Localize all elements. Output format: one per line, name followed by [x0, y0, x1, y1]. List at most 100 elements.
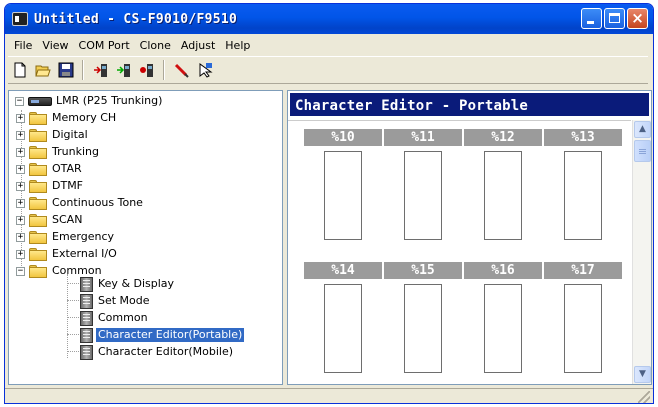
menu-view[interactable]: View: [37, 39, 73, 52]
minimize-button[interactable]: [581, 8, 602, 29]
tree-leaf-label: Key & Display: [98, 277, 175, 290]
tree-folder[interactable]: + Digital: [9, 127, 282, 144]
tool-button[interactable]: [171, 59, 193, 81]
character-slot-label: %11: [384, 129, 463, 146]
open-folder-icon: [35, 65, 51, 77]
character-slot-label: %15: [384, 262, 463, 279]
character-row: %10 %11 %12 %13: [304, 129, 624, 249]
tree-folder[interactable]: + External I/O: [9, 246, 282, 263]
menu-clone[interactable]: Clone: [135, 39, 176, 52]
window-title: Untitled - CS-F9010/F9510: [34, 11, 238, 27]
tree-folder[interactable]: + Continuous Tone: [9, 195, 282, 212]
collapse-icon[interactable]: −: [15, 97, 24, 106]
write-radio-icon: [117, 64, 130, 77]
menu-help[interactable]: Help: [220, 39, 255, 52]
tree-folder[interactable]: + Trunking: [9, 144, 282, 161]
character-input-box[interactable]: [564, 151, 602, 240]
document-icon: [80, 345, 93, 360]
tree-leaf-label: Common: [98, 311, 148, 324]
expand-icon[interactable]: +: [16, 182, 25, 191]
character-slot-label: %17: [544, 262, 623, 279]
tree-leaf[interactable]: Key & Display: [9, 276, 282, 293]
expand-icon[interactable]: +: [16, 131, 25, 140]
read-from-radio-button[interactable]: [90, 59, 112, 81]
document-icon: [80, 294, 93, 309]
save-button[interactable]: [55, 59, 77, 81]
write-to-radio-button[interactable]: [113, 59, 135, 81]
tree-leaf[interactable]: Set Mode: [9, 293, 282, 310]
scroll-up-button[interactable]: ▲: [634, 121, 651, 138]
maximize-icon: [609, 13, 620, 23]
resize-grip-icon[interactable]: [638, 391, 650, 403]
tree-folder[interactable]: + Emergency: [9, 229, 282, 246]
radio-device-icon: [28, 97, 52, 106]
character-slot-label: %16: [464, 262, 543, 279]
chevron-up-icon: ▲: [639, 124, 646, 134]
expand-icon[interactable]: +: [16, 148, 25, 157]
app-icon[interactable]: [12, 12, 28, 26]
title-bar[interactable]: Untitled - CS-F9010/F9510 ×: [5, 4, 653, 34]
character-slot-label: %13: [544, 129, 623, 146]
document-icon: [80, 328, 93, 343]
tree-leaf-selected[interactable]: Character Editor(Portable): [9, 327, 282, 344]
tree-root[interactable]: − LMR (P25 Trunking): [9, 93, 282, 110]
document-icon: [80, 277, 93, 292]
tree-leaf[interactable]: Common: [9, 310, 282, 327]
scrollbar-thumb[interactable]: [634, 140, 651, 162]
tree-folder[interactable]: + OTAR: [9, 161, 282, 178]
status-bar: [5, 388, 653, 403]
tree-leaf[interactable]: Character Editor(Mobile): [9, 344, 282, 361]
collapse-icon[interactable]: −: [16, 267, 25, 276]
folder-icon: [29, 146, 47, 159]
expand-icon[interactable]: +: [16, 216, 25, 225]
toolbar-separator: [163, 60, 165, 80]
expand-icon[interactable]: +: [16, 165, 25, 174]
clone-button[interactable]: [194, 59, 216, 81]
expand-icon[interactable]: +: [16, 233, 25, 242]
tree-leaf-label: Set Mode: [98, 294, 150, 307]
character-input-box[interactable]: [324, 284, 362, 373]
editor-title: Character Editor - Portable: [288, 91, 651, 118]
menu-adjust[interactable]: Adjust: [176, 39, 220, 52]
tree-folder[interactable]: + Memory CH: [9, 110, 282, 127]
clone-icon: [199, 63, 213, 78]
character-row: %14 %15 %16 %17: [304, 262, 624, 382]
open-button[interactable]: [32, 59, 54, 81]
character-input-box[interactable]: [324, 151, 362, 240]
tree-folder[interactable]: + DTMF: [9, 178, 282, 195]
tree-pane[interactable]: − LMR (P25 Trunking) + Memory CH + Digit…: [8, 90, 283, 385]
tree-folder[interactable]: + SCAN: [9, 212, 282, 229]
maximize-button[interactable]: [604, 8, 625, 29]
menu-bar: File View COM Port Clone Adjust Help: [5, 35, 653, 55]
expand-icon[interactable]: +: [16, 199, 25, 208]
radio-info-icon: [140, 64, 153, 77]
character-input-box[interactable]: [484, 151, 522, 240]
character-input-box[interactable]: [404, 151, 442, 240]
character-input-box[interactable]: [564, 284, 602, 373]
minimize-icon: [587, 21, 594, 24]
folder-icon: [29, 180, 47, 193]
character-input-box[interactable]: [484, 284, 522, 373]
folder-icon: [29, 163, 47, 176]
close-button[interactable]: ×: [627, 8, 648, 29]
radio-info-button[interactable]: [136, 59, 158, 81]
expand-icon[interactable]: +: [16, 250, 25, 259]
tree-folder-label: OTAR: [52, 162, 82, 175]
new-file-icon: [14, 62, 26, 78]
tree-folder-label: SCAN: [52, 213, 83, 226]
read-radio-icon: [94, 64, 107, 77]
editor-pane: Character Editor - Portable %10 %11 %12 …: [287, 90, 652, 385]
menu-file[interactable]: File: [9, 39, 37, 52]
folder-icon: [29, 214, 47, 227]
character-input-box[interactable]: [404, 284, 442, 373]
tree-folder-label: Memory CH: [52, 111, 117, 124]
folder-icon: [29, 197, 47, 210]
tree-folder-label: DTMF: [52, 179, 84, 192]
menu-com-port[interactable]: COM Port: [74, 39, 135, 52]
tree-leaf-label: Character Editor(Portable): [94, 327, 246, 343]
new-file-button[interactable]: [9, 59, 31, 81]
close-icon: ×: [631, 9, 644, 27]
expand-icon[interactable]: +: [16, 114, 25, 123]
scroll-down-button[interactable]: ▼: [634, 366, 651, 383]
vertical-scrollbar[interactable]: ▲ ▼: [632, 120, 651, 384]
